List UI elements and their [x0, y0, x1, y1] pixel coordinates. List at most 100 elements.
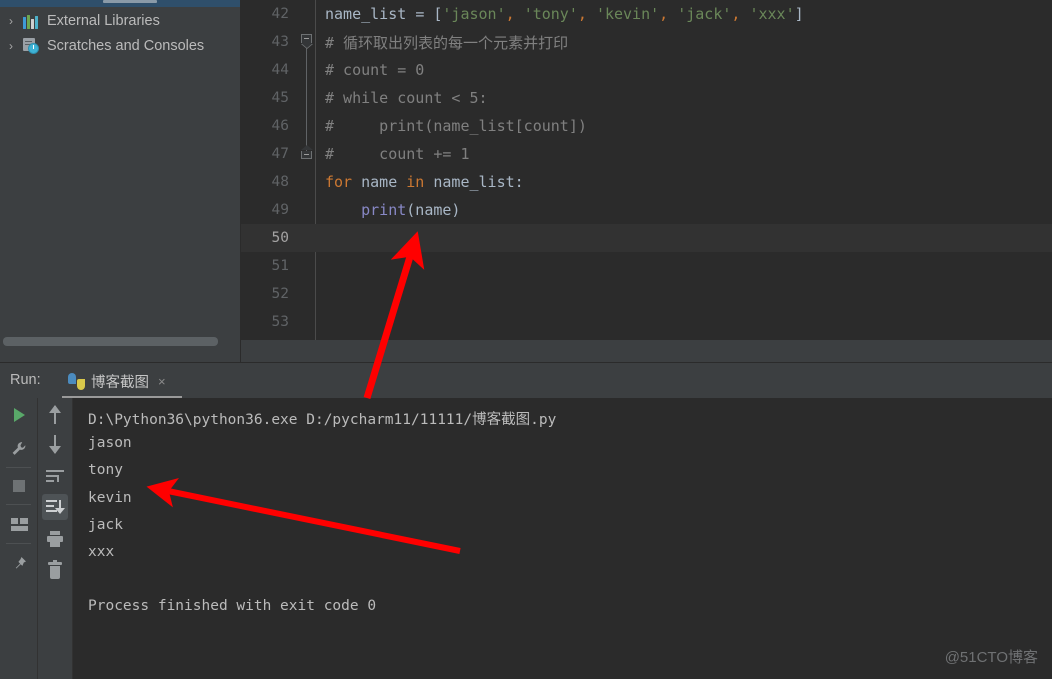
code-line[interactable]: 50: [241, 224, 1052, 252]
line-number[interactable]: 52: [241, 286, 298, 302]
console-output-line: jason: [88, 435, 132, 452]
project-scrollbar-thumb[interactable]: [3, 337, 218, 346]
fold-gutter[interactable]: [298, 224, 315, 252]
run-tool-window-header: Run: 博客截图 ×: [0, 362, 1052, 399]
line-number[interactable]: 47: [241, 146, 298, 162]
run-label: Run:: [10, 372, 41, 388]
line-number[interactable]: 50: [241, 230, 298, 246]
code-token: name_list:: [433, 173, 524, 191]
fold-gutter[interactable]: [298, 308, 315, 336]
code-token: print: [361, 201, 407, 219]
code-line[interactable]: 47 # count += 1: [241, 140, 1052, 168]
code-line[interactable]: 43 # 循环取出列表的每一个元素并打印: [241, 28, 1052, 56]
chevron-right-icon[interactable]: ›: [0, 39, 22, 53]
print-button[interactable]: [42, 526, 68, 552]
clear-all-button[interactable]: [42, 558, 68, 584]
wrench-icon: [11, 441, 27, 457]
up-the-stack-trace-button[interactable]: [42, 402, 68, 428]
toolbar-separator: [6, 543, 31, 544]
line-number[interactable]: 51: [241, 258, 298, 274]
project-tree-item[interactable]: › Scratches and Consoles: [0, 34, 240, 57]
fold-gutter[interactable]: [298, 112, 315, 140]
fold-gutter[interactable]: [298, 280, 315, 308]
code-token: ]: [794, 5, 804, 23]
run-tab[interactable]: 博客截图 ×: [60, 363, 174, 399]
books-icon: [22, 14, 40, 29]
fold-gutter[interactable]: [298, 0, 315, 28]
project-tool-window[interactable]: › External Libraries › Scratches and Consol…: [0, 0, 240, 362]
stop-icon: [12, 480, 25, 492]
code-line[interactable]: 49 print(name): [241, 196, 1052, 224]
pin-tab-button[interactable]: [6, 551, 32, 577]
arrow-down-icon: [49, 435, 61, 454]
code-line-text: # count = 0: [315, 61, 424, 79]
code-line-text: for name in name_list:: [315, 173, 524, 191]
scratches-icon: [22, 37, 40, 54]
line-number[interactable]: 43: [241, 34, 298, 50]
code-line-text: # 循环取出列表的每一个元素并打印: [315, 32, 568, 53]
code-token: ,: [505, 5, 524, 23]
code-editor[interactable]: 42 name_list = ['jason', 'tony', 'kevin',…: [241, 0, 1052, 340]
code-line-text: # print(name_list[count]): [315, 117, 587, 135]
stop-button[interactable]: [6, 473, 32, 499]
fold-collapse-icon[interactable]: [301, 34, 312, 43]
code-line[interactable]: 44 # count = 0: [241, 56, 1052, 84]
code-line[interactable]: 51: [241, 252, 1052, 280]
line-number[interactable]: 53: [241, 314, 298, 330]
project-horizontal-scrollbar[interactable]: [0, 334, 240, 348]
fold-gutter[interactable]: [298, 84, 315, 112]
soft-wrap-icon: [46, 470, 64, 482]
fold-gutter[interactable]: [298, 252, 315, 280]
fold-gutter[interactable]: [298, 140, 315, 168]
code-token: # 循环取出列表的每一个元素并打印: [325, 33, 569, 52]
rerun-button[interactable]: [6, 402, 32, 428]
line-number[interactable]: 48: [241, 174, 298, 190]
fold-gutter[interactable]: [298, 196, 315, 224]
fold-gutter[interactable]: [298, 56, 315, 84]
editor-bottom-strip: [241, 340, 1052, 362]
clipped-row-fragment: [103, 0, 157, 3]
console-output-line: Process finished with exit code 0: [88, 598, 377, 615]
project-selected-row-clipped[interactable]: [0, 0, 240, 7]
line-number[interactable]: 42: [241, 6, 298, 22]
line-number[interactable]: 45: [241, 90, 298, 106]
run-configurations-button[interactable]: [6, 436, 32, 462]
run-toolbar-left[interactable]: [0, 398, 37, 679]
code-token: # while count < 5:: [325, 89, 488, 107]
code-token: name_list: [325, 5, 416, 23]
line-number[interactable]: 44: [241, 62, 298, 78]
code-token: 'xxx': [749, 5, 795, 23]
code-token: in: [406, 173, 434, 191]
code-token: # count = 0: [325, 61, 425, 79]
code-line[interactable]: 53: [241, 308, 1052, 336]
code-line[interactable]: 42 name_list = ['jason', 'tony', 'kevin',…: [241, 0, 1052, 28]
layout-button[interactable]: [6, 511, 32, 537]
close-icon[interactable]: ×: [155, 374, 166, 389]
watermark: @51CTO博客: [944, 649, 1038, 666]
scroll-to-end-button[interactable]: [42, 494, 68, 520]
line-number[interactable]: 49: [241, 202, 298, 218]
soft-wrap-button[interactable]: [42, 463, 68, 489]
console-output-line: xxx: [88, 544, 115, 560]
project-tree-item[interactable]: › External Libraries: [0, 9, 240, 32]
fold-stem: [306, 56, 307, 84]
code-line[interactable]: 46 # print(name_list[count]): [241, 112, 1052, 140]
code-token: (name): [406, 201, 461, 219]
run-toolbar-right[interactable]: [37, 398, 73, 679]
project-tree-item-label: External Libraries: [47, 12, 160, 29]
down-the-stack-trace-button[interactable]: [42, 431, 68, 457]
code-line[interactable]: 45 # while count < 5:: [241, 84, 1052, 112]
fold-gutter[interactable]: [298, 168, 315, 196]
code-token: 'jack': [677, 5, 732, 23]
code-token: ,: [659, 5, 678, 23]
console-text[interactable]: D:\Python36\python36.exe D:/pycharm11/11…: [74, 398, 1052, 679]
fold-gutter[interactable]: [298, 28, 315, 56]
pycharm-window: › External Libraries › Scratches and Consol…: [0, 0, 1052, 679]
chevron-right-icon[interactable]: ›: [0, 14, 22, 28]
code-line-text: print(name): [315, 201, 460, 219]
line-number[interactable]: 46: [241, 118, 298, 134]
code-line[interactable]: 52: [241, 280, 1052, 308]
pin-icon: [11, 556, 27, 572]
fold-end-icon[interactable]: [301, 145, 313, 159]
code-line[interactable]: 48 for name in name_list:: [241, 168, 1052, 196]
